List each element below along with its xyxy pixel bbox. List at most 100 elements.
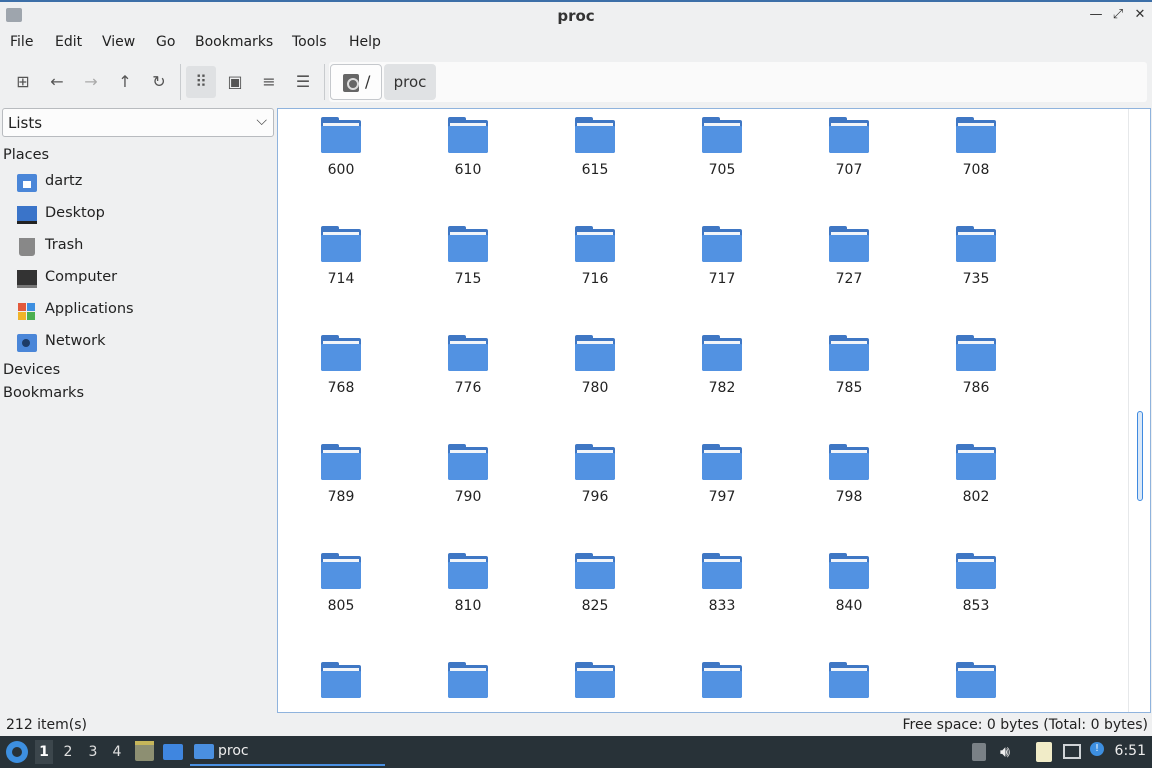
menu-bookmarks[interactable]: Bookmarks [195, 34, 273, 50]
folder-item[interactable]: 600 [291, 117, 391, 217]
path-root-button[interactable]: / [330, 64, 382, 100]
folder-item[interactable]: 708 [926, 117, 1026, 217]
taskbar-task-proc[interactable]: proc [190, 738, 385, 766]
folder-item[interactable] [418, 662, 518, 712]
folder-item[interactable]: 735 [926, 226, 1026, 326]
sidebar-item-label: Desktop [45, 205, 105, 221]
taskbar: 1 2 3 4 proc 🔊︎ ! 6:51 [0, 736, 1152, 768]
sidebar-item-label: Trash [45, 237, 84, 253]
sidebar-item-label: Network [45, 333, 106, 349]
home-folder-icon [17, 174, 37, 192]
folder-item[interactable]: 727 [799, 226, 899, 326]
folder-item[interactable]: 714 [291, 226, 391, 326]
folder-item[interactable]: 715 [418, 226, 518, 326]
bookmarks-header[interactable]: Bookmarks [3, 385, 84, 401]
thumbnail-view-icon[interactable]: ▣ [220, 66, 250, 98]
devices-header[interactable]: Devices [3, 362, 60, 378]
folder-name: 805 [327, 598, 355, 614]
folder-item[interactable]: 780 [545, 335, 645, 435]
folder-item[interactable]: 782 [672, 335, 772, 435]
folder-name: 610 [454, 162, 482, 178]
toolbar-separator [180, 64, 181, 100]
sidebar-item-label: Applications [45, 301, 134, 317]
back-icon[interactable]: ← [42, 66, 72, 98]
clipboard-icon[interactable] [1036, 742, 1052, 762]
new-tab-icon[interactable]: ⊞ [8, 66, 38, 98]
sidebar-mode-value: Lists [8, 114, 43, 132]
folder-item[interactable]: 716 [545, 226, 645, 326]
folder-item[interactable] [291, 662, 391, 712]
folder-item[interactable]: 853 [926, 553, 1026, 653]
menu-go[interactable]: Go [156, 34, 175, 50]
minimize-button[interactable]: — [1087, 6, 1105, 24]
icon-view-icon[interactable]: ⠿ [186, 66, 216, 98]
restore-button[interactable]: ⤢ [1109, 6, 1127, 24]
folder-item[interactable]: 786 [926, 335, 1026, 435]
places-header[interactable]: Places [3, 147, 49, 163]
folder-item[interactable] [545, 662, 645, 712]
compact-view-icon[interactable]: ≡ [254, 66, 284, 98]
folder-icon [829, 662, 869, 698]
sidebar-item-desktop[interactable]: Desktop [0, 200, 276, 230]
folder-item[interactable]: 798 [799, 444, 899, 544]
detailed-list-view-icon[interactable]: ☰ [288, 66, 318, 98]
workspace-3[interactable]: 3 [84, 744, 102, 760]
sidebar-mode-select[interactable]: Lists ⌵ [2, 108, 274, 137]
removable-drive-icon[interactable] [972, 743, 986, 761]
folder-item[interactable]: 796 [545, 444, 645, 544]
menu-tools[interactable]: Tools [292, 34, 327, 50]
folder-item[interactable] [799, 662, 899, 712]
folder-item[interactable]: 833 [672, 553, 772, 653]
folder-name: 802 [962, 489, 990, 505]
folder-item[interactable]: 785 [799, 335, 899, 435]
path-current-button[interactable]: proc [384, 64, 436, 100]
start-menu-icon[interactable] [6, 741, 28, 763]
sidebar-item-trash[interactable]: Trash [0, 232, 276, 262]
sidebar-item-computer[interactable]: Computer [0, 264, 276, 294]
toolbar: ⊞ ← → ↑ ↻ ⠿ ▣ ≡ ☰ / proc [0, 60, 1152, 104]
computer-icon [17, 270, 37, 288]
up-icon[interactable]: ↑ [110, 66, 140, 98]
menu-help[interactable]: Help [349, 34, 381, 50]
sidebar-item-network[interactable]: Network [0, 328, 276, 358]
folder-item[interactable]: 810 [418, 553, 518, 653]
menu-view[interactable]: View [102, 34, 135, 50]
folder-item[interactable]: 805 [291, 553, 391, 653]
folder-item[interactable]: 789 [291, 444, 391, 544]
folder-item[interactable]: 707 [799, 117, 899, 217]
folder-item[interactable]: 797 [672, 444, 772, 544]
file-manager-launcher-icon[interactable] [135, 741, 154, 761]
menu-edit[interactable]: Edit [55, 34, 82, 50]
folder-icon [575, 117, 615, 153]
folder-item[interactable]: 776 [418, 335, 518, 435]
folder-item[interactable]: 840 [799, 553, 899, 653]
show-desktop-icon[interactable] [163, 744, 183, 760]
folder-item[interactable]: 610 [418, 117, 518, 217]
volume-icon[interactable]: 🔊︎ [1000, 743, 1018, 761]
folder-item[interactable]: 768 [291, 335, 391, 435]
file-view[interactable]: 600 610 615 705 707 708 714 715 716 717 727 735 768 7… [277, 108, 1151, 713]
folder-item[interactable] [672, 662, 772, 712]
workspace-4[interactable]: 4 [108, 744, 126, 760]
vertical-scrollbar[interactable] [1128, 109, 1150, 712]
folder-item[interactable] [926, 662, 1026, 712]
close-button[interactable]: ✕ [1131, 6, 1149, 24]
folder-icon [956, 662, 996, 698]
forward-icon[interactable]: → [76, 66, 106, 98]
reload-icon[interactable]: ↻ [144, 66, 174, 98]
workspace-2[interactable]: 2 [59, 744, 77, 760]
folder-item[interactable]: 717 [672, 226, 772, 326]
workspace-1[interactable]: 1 [35, 740, 53, 764]
sidebar-item-applications[interactable]: Applications [0, 296, 276, 326]
clock: 6:51 [1114, 743, 1146, 759]
notification-icon[interactable]: ! [1090, 742, 1104, 756]
scrollbar-thumb[interactable] [1137, 411, 1143, 501]
folder-item[interactable]: 790 [418, 444, 518, 544]
sidebar-item-dartz[interactable]: dartz [0, 168, 276, 198]
menu-file[interactable]: File [10, 34, 33, 50]
network-status-icon[interactable] [1063, 744, 1081, 759]
folder-item[interactable]: 802 [926, 444, 1026, 544]
folder-item[interactable]: 615 [545, 117, 645, 217]
folder-item[interactable]: 825 [545, 553, 645, 653]
folder-item[interactable]: 705 [672, 117, 772, 217]
